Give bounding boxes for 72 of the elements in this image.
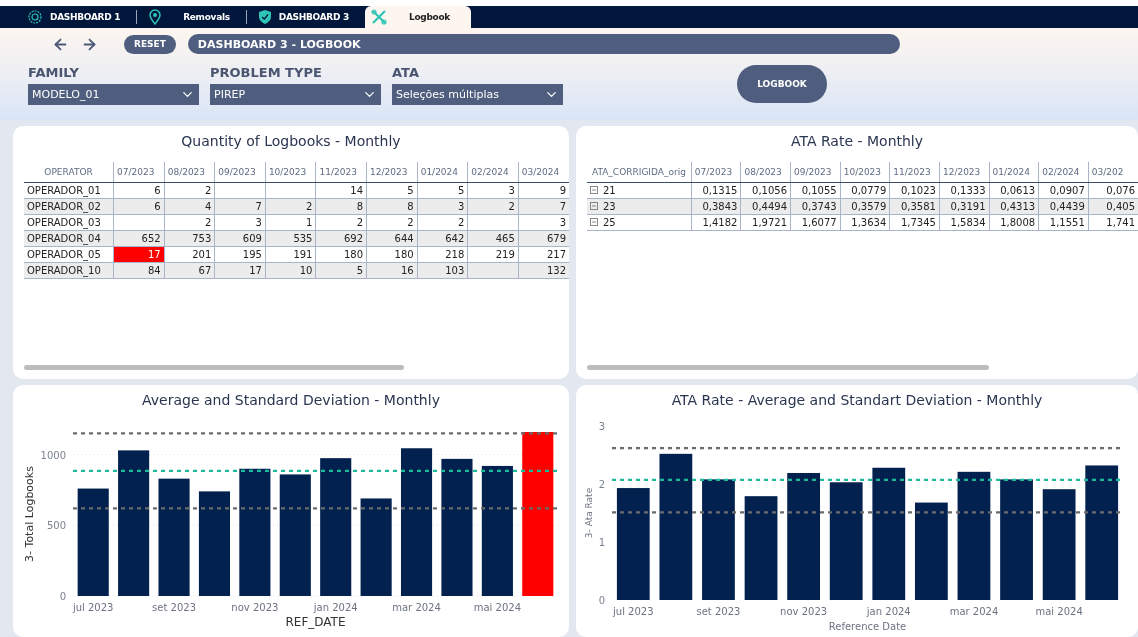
axis-title: 3- Ata Rate	[584, 487, 594, 539]
card-title: ATA Rate - Monthly	[789, 132, 925, 151]
axis-tick-label: 500	[46, 520, 66, 532]
column-header: 11/2023	[315, 162, 367, 183]
filter-label: ATA	[392, 65, 420, 81]
collapse-icon[interactable]	[590, 218, 598, 227]
column-header: 10/2023	[265, 162, 316, 183]
tab[interactable]: Logbook	[364, 6, 471, 29]
column-header: 11/2023	[889, 162, 940, 183]
chart-title: ATA Rate - Average and Standart Deviation - Monthly	[670, 391, 1044, 410]
filter-label: PROBLEM TYPE	[210, 65, 323, 81]
axis-tick-label: jan 2024	[313, 602, 358, 613]
location-pin-icon	[149, 9, 162, 26]
tab[interactable]: DASHBOARD 1	[22, 6, 133, 29]
column-header: 03/202	[1088, 162, 1138, 183]
axis-title: Reference Date	[828, 621, 907, 632]
filter-dropdown[interactable]: PIREP	[210, 84, 381, 106]
axis-tick-label: 2	[598, 479, 605, 490]
gauge-icon	[28, 10, 42, 25]
filter-dropdown[interactable]: Seleções múltiplas	[392, 84, 563, 106]
axis-tick-label: 3	[598, 421, 605, 432]
tab[interactable]: Removals	[143, 6, 242, 29]
axis-tick-label: 1000	[40, 449, 66, 461]
axis-tick-label: nov 2023	[231, 602, 279, 613]
axis-title: REF_DATE	[285, 615, 346, 629]
column-header: ATA_CORRIGIDA_orig	[587, 162, 692, 183]
column-header: 01/2024	[417, 162, 468, 183]
axis-tick-label: set 2023	[696, 606, 741, 617]
axis-tick-label: 1	[598, 537, 605, 548]
reset-button[interactable]: RESET	[124, 34, 176, 54]
column-header: 09/2023	[214, 162, 266, 183]
column-header: 12/2023	[366, 162, 418, 183]
page-title: DASHBOARD 3 - LOGBOOK	[187, 34, 900, 55]
axis-tick-label: jan 2024	[866, 606, 911, 617]
column-header: 07/2023	[691, 162, 741, 183]
collapse-icon[interactable]	[590, 202, 598, 211]
column-header: 01/2024	[989, 162, 1039, 183]
row-label: 25	[603, 216, 616, 228]
filter-label: FAMILY	[28, 65, 80, 81]
card-title: Quantity of Logbooks - Monthly	[180, 132, 402, 151]
scrollbar[interactable]	[24, 365, 404, 370]
tab[interactable]: DASHBOARD 3	[252, 6, 361, 29]
axis-tick-label: mar 2024	[392, 602, 441, 613]
filter-dropdown[interactable]: MODELO_01	[28, 84, 199, 106]
column-header: 09/2023	[790, 162, 841, 183]
axis-tick-label: 0	[598, 595, 605, 606]
axis-tick-label: 0	[59, 591, 66, 602]
row-label: 23	[603, 200, 616, 212]
column-header: 08/2023	[740, 162, 791, 183]
column-header: OPERATOR	[24, 162, 114, 183]
axis-tick-label: jul 2023	[72, 602, 114, 613]
axis-tick-label: set 2023	[152, 602, 196, 613]
column-header: 10/2023	[840, 162, 890, 183]
collapse-icon[interactable]	[590, 186, 598, 195]
column-header: 08/2023	[164, 162, 215, 183]
column-header: 07/2023	[113, 162, 165, 183]
column-header: 02/2024	[467, 162, 519, 183]
scrollbar[interactable]	[587, 365, 989, 370]
axis-tick-label: nov 2023	[780, 606, 828, 617]
axis-tick-label: jul 2023	[613, 606, 654, 617]
chart-title: Average and Standard Deviation - Monthly	[141, 391, 441, 410]
shield-icon	[258, 10, 271, 25]
column-header: 12/2023	[939, 162, 990, 183]
logbook-button[interactable]: LOGBOOK	[737, 65, 827, 104]
axis-tick-label: mai 2024	[1035, 606, 1083, 617]
axis-tick-label: mar 2024	[949, 606, 999, 617]
axis-title: 3- Total Logbooks	[23, 466, 36, 562]
axis-tick-label: mai 2024	[473, 602, 521, 613]
column-header: 02/2024	[1038, 162, 1089, 183]
column-header: 03/2024	[518, 162, 569, 183]
row-label: 21	[603, 184, 616, 196]
tools-icon	[370, 9, 387, 26]
